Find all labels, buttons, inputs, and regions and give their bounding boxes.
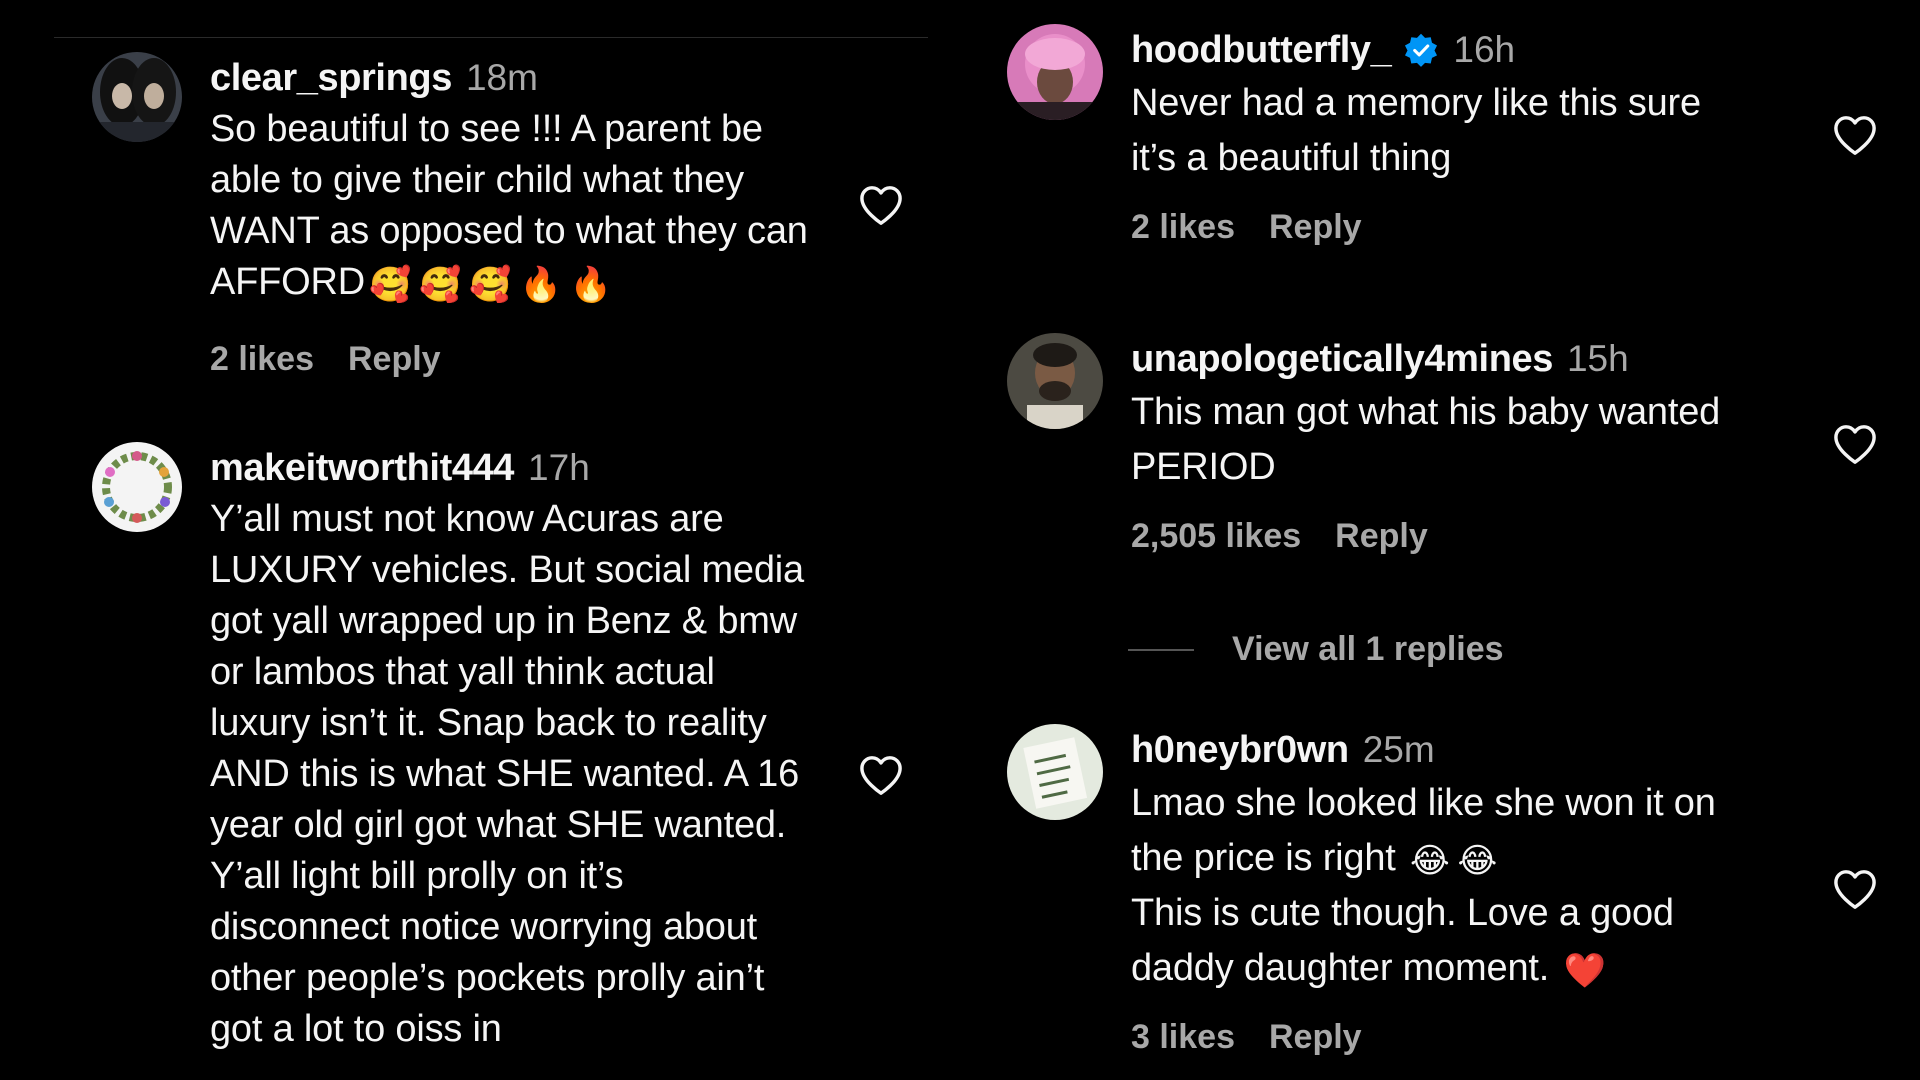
likes-count[interactable]: 2 likes: [1131, 208, 1235, 247]
avatar[interactable]: [92, 52, 182, 142]
timestamp: 17h: [528, 447, 590, 488]
timestamp: 16h: [1453, 29, 1516, 70]
likes-count[interactable]: 2,505 likes: [1131, 517, 1301, 556]
comment-makeitworthit444: makeitworthit444 17h Y’all must not know…: [92, 442, 850, 1055]
username[interactable]: unapologetically4mines: [1131, 338, 1553, 381]
reply-button[interactable]: Reply: [348, 340, 441, 379]
heart-icon[interactable]: [1832, 868, 1878, 910]
likes-count[interactable]: 3 likes: [1131, 1018, 1235, 1057]
heart-icon[interactable]: [1832, 114, 1878, 156]
tears-of-joy-emoji: 😂: [1410, 842, 1450, 880]
username[interactable]: clear_springs: [210, 57, 452, 100]
heart-icon[interactable]: [858, 184, 904, 226]
smiling-face-with-hearts-emoji: 🥰: [469, 266, 512, 304]
reply-button[interactable]: Reply: [1269, 1018, 1362, 1057]
timestamp: 18m: [465, 57, 538, 98]
comment-text: Never had a memory like this sure it’s a…: [1131, 82, 1701, 179]
fire-emoji: 🔥: [569, 266, 612, 304]
username[interactable]: h0neybr0wn: [1131, 729, 1349, 772]
heart-icon[interactable]: [1832, 423, 1878, 465]
timestamp: 25m: [1362, 729, 1435, 770]
comment-text-line: the price is right: [1131, 837, 1396, 879]
comment-hoodbutterfly: hoodbutterfly_ 16h Never had a memory li…: [1007, 24, 1831, 247]
comment-text: Lmao she looked like she won it on the pr…: [1131, 776, 1831, 996]
comment-unapologetically4mines: unapologetically4mines 15h This man got …: [1007, 333, 1831, 556]
comment-text: Y’all must not know Acuras are LUXURY ve…: [210, 498, 804, 1050]
username[interactable]: hoodbutterfly_: [1131, 29, 1392, 72]
avatar[interactable]: [1007, 724, 1103, 820]
reply-button[interactable]: Reply: [1269, 208, 1362, 247]
heart-emoji: ❤️: [1563, 952, 1606, 990]
comment-h0neybr0wn: h0neybr0wn 25m Lmao she looked like she …: [1007, 724, 1831, 1057]
smiling-face-with-hearts-emoji: 🥰: [369, 266, 412, 304]
view-replies-button[interactable]: View all 1 replies: [1128, 630, 1504, 669]
heart-icon[interactable]: [858, 754, 904, 796]
timestamp: 15h: [1566, 338, 1629, 379]
verified-badge-icon: [1405, 33, 1438, 67]
replies-dash: [1128, 648, 1194, 651]
avatar[interactable]: [92, 442, 182, 532]
tears-of-joy-emoji: 😂: [1457, 842, 1498, 880]
comment-text: This man got what his baby wanted PERIOD: [1131, 391, 1721, 488]
reply-button[interactable]: Reply: [1335, 517, 1428, 556]
view-replies-label[interactable]: View all 1 replies: [1232, 630, 1504, 669]
avatar[interactable]: [1007, 333, 1103, 429]
likes-count[interactable]: 2 likes: [210, 340, 314, 379]
username[interactable]: makeitworthit444: [210, 447, 514, 490]
comment-clear-springs: clear_springs 18m So beautiful to see !!…: [92, 52, 850, 379]
smiling-face-with-hearts-emoji: 🥰: [419, 266, 462, 304]
section-divider: [54, 37, 928, 38]
fire-emoji: 🔥: [519, 266, 562, 304]
avatar[interactable]: [1007, 24, 1103, 120]
comment-text: So beautiful to see !!! A parent be able…: [210, 104, 850, 308]
comment-text-line: Lmao she looked like she won it on: [1131, 782, 1716, 824]
